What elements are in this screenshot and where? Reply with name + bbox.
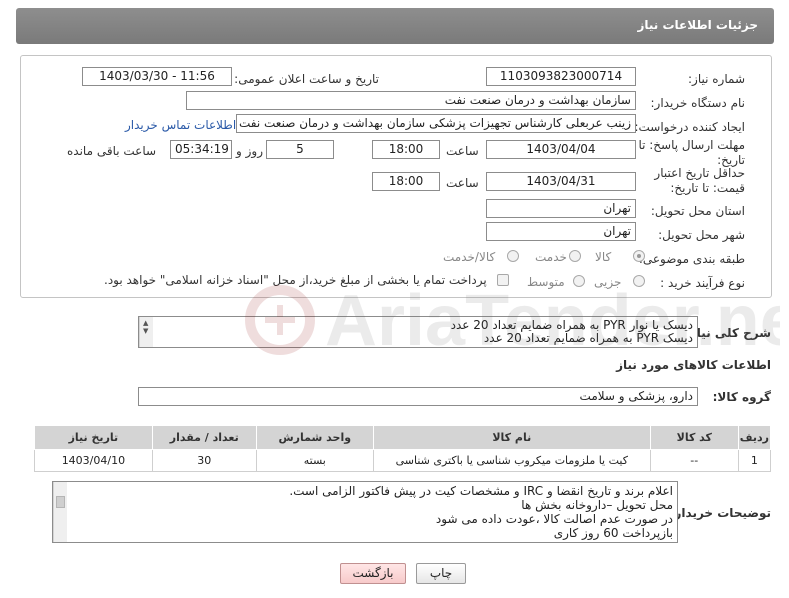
- buyer-notes-label: توضیحات خریدار:: [669, 506, 771, 520]
- cell-item-code: --: [649, 449, 739, 472]
- price-validity-label: حداقل تاریخ اعتبار قیمت: تا تاریخ:: [654, 166, 745, 195]
- announce-field: 1403/03/30 - 11:56: [82, 67, 232, 86]
- buyer-note-line: در صورت عدم اصالت کالا ،عودت داده می شود: [435, 512, 673, 526]
- col-item-code: کد کالا: [649, 425, 739, 450]
- description-textarea[interactable]: دیسک یا نوار PYR به همراه ضمایم تعداد 20…: [138, 316, 698, 348]
- price-validity-time-field: 18:00: [372, 172, 440, 191]
- category-radio-goods[interactable]: [633, 250, 645, 262]
- table-row: 1 -- کیت یا ملزومات میکروب شناسی یا باکت…: [34, 449, 772, 472]
- remaining-time-label: ساعت باقی مانده: [67, 144, 157, 158]
- buyer-notes-scrollbar[interactable]: [53, 482, 67, 542]
- col-item-name: نام کالا: [372, 425, 651, 450]
- need-number-label: شماره نیاز:: [688, 72, 745, 86]
- page-header: جزئیات اطلاعات نیاز: [16, 8, 774, 44]
- description-line: دیسک PYR به همراه ضمایم تعداد 20 عدد: [483, 331, 693, 345]
- buyer-note-line: بازپرداخت 60 روز کاری: [553, 526, 673, 540]
- goods-info-title: اطلاعات کالاهای مورد نیاز: [616, 358, 771, 372]
- cell-item-name: کیت یا ملزومات میکروب شناسی یا باکتری شن…: [372, 449, 651, 472]
- col-unit: واحد شمارش: [255, 425, 374, 450]
- goods-group-field: دارو، پزشکی و سلامت: [138, 387, 698, 406]
- need-number-field: 1103093823000714: [486, 67, 636, 86]
- remaining-days-field: 5: [266, 140, 334, 159]
- cell-quantity: 30: [151, 449, 257, 472]
- creator-label: ایجاد کننده درخواست:: [634, 120, 745, 134]
- cell-need-date: 1403/04/10: [34, 449, 153, 472]
- remaining-time-field: 05:34:19: [170, 140, 232, 159]
- purchase-radio-partial[interactable]: [633, 275, 645, 287]
- treasury-checkbox[interactable]: [497, 274, 509, 286]
- page-title: جزئیات اطلاعات نیاز: [637, 18, 758, 32]
- reply-deadline-label: مهلت ارسال پاسخ: تا تاریخ:: [638, 138, 745, 167]
- buyer-note-line: محل تحویل –داروخانه بخش ها: [521, 498, 673, 512]
- price-validity-time-label: ساعت: [446, 176, 479, 190]
- treasury-note: پرداخت تمام یا بخشی از مبلغ خرید،از محل …: [104, 273, 487, 287]
- col-quantity: تعداد / مقدار: [151, 425, 257, 450]
- col-row-number: ردیف: [737, 425, 772, 450]
- category-label: طبقه بندی موضوعی:: [638, 252, 745, 266]
- reply-time-label: ساعت: [446, 144, 479, 158]
- buyer-contact-link[interactable]: اطلاعات تماس خریدار: [125, 118, 236, 132]
- reply-time-field: 18:00: [372, 140, 440, 159]
- announce-label: تاریخ و ساعت اعلان عمومی:: [234, 72, 379, 86]
- days-label: روز و: [236, 144, 263, 158]
- category-option-goods: کالا: [595, 250, 612, 264]
- col-need-date: تاریخ نیاز: [34, 425, 153, 450]
- description-scrollbar[interactable]: ▲ ▼: [139, 317, 153, 347]
- buyer-org-field: سازمان بهداشت و درمان صنعت نفت: [186, 91, 636, 110]
- reply-date-field: 1403/04/04: [486, 140, 636, 159]
- goods-table-header-row: ردیف کد کالا نام کالا واحد شمارش تعداد /…: [34, 425, 772, 450]
- province-field: تهران: [486, 199, 636, 218]
- category-option-goods-service: کالا/خدمت: [443, 250, 496, 264]
- buyer-org-label: نام دستگاه خریدار:: [650, 96, 746, 110]
- goods-table: ردیف کد کالا نام کالا واحد شمارش تعداد /…: [34, 425, 772, 472]
- purchase-option-medium: متوسط: [527, 275, 565, 289]
- purchase-option-partial: جزیی: [594, 275, 622, 289]
- cell-unit: بسته: [255, 449, 374, 472]
- province-label: استان محل تحویل:: [650, 204, 745, 218]
- category-option-service: خدمت: [535, 250, 567, 264]
- purchase-radio-medium[interactable]: [573, 275, 585, 287]
- print-button[interactable]: چاپ: [416, 563, 466, 584]
- back-button[interactable]: بازگشت: [340, 563, 406, 584]
- price-validity-date-field: 1403/04/31: [486, 172, 636, 191]
- buyer-notes-textarea[interactable]: اعلام برند و تاریخ انقضا و IRC و مشخصات …: [52, 481, 678, 543]
- buyer-note-line: اعلام برند و تاریخ انقضا و IRC و مشخصات …: [289, 484, 673, 498]
- category-radio-goods-service[interactable]: [507, 250, 519, 262]
- scroll-thumb[interactable]: [56, 496, 65, 508]
- creator-field: زینب عربعلی کارشناس تجهیزات پزشکی سازمان…: [236, 114, 636, 133]
- cell-row-number: 1: [737, 449, 772, 472]
- city-field: تهران: [486, 222, 636, 241]
- goods-group-label: گروه کالا:: [712, 390, 771, 404]
- city-label: شهر محل تحویل:: [658, 228, 745, 242]
- category-radio-service[interactable]: [569, 250, 581, 262]
- purchase-type-label: نوع فرآیند خرید :: [660, 276, 745, 290]
